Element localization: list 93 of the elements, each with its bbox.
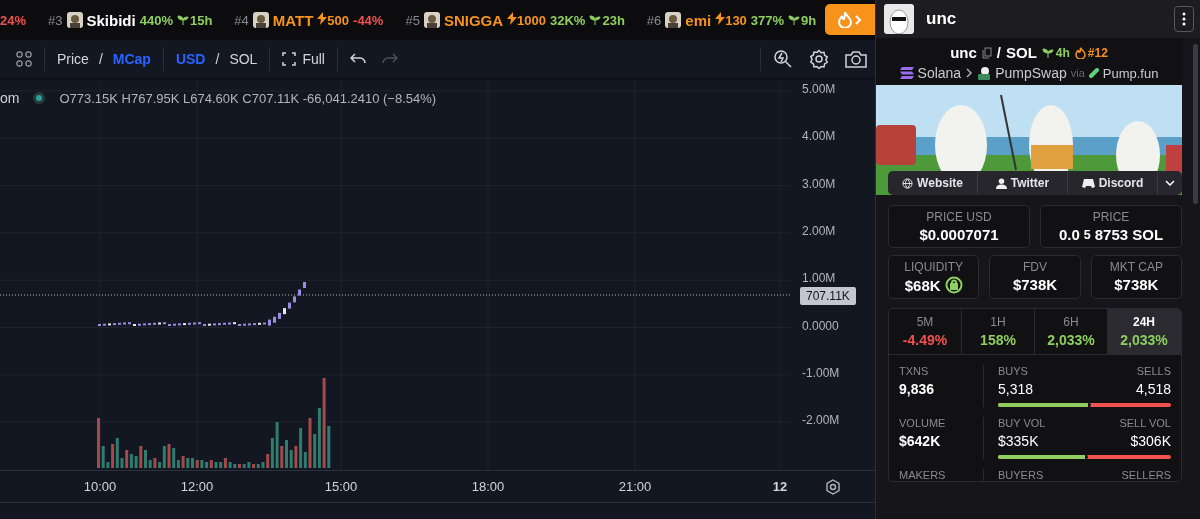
social-link-button[interactable]: Discord: [1068, 171, 1158, 195]
x-axis-label: 12: [772, 479, 788, 494]
stat-value: 4,518: [1135, 381, 1171, 397]
undo-icon: [349, 52, 366, 65]
x-axis-label: 18:00: [471, 479, 505, 494]
x-axis-label: 10:00: [83, 479, 117, 494]
token-thumbnail-icon: [66, 12, 83, 28]
chevron-down-icon: [1165, 180, 1175, 186]
stat-value: $335K: [998, 433, 1039, 449]
sprout-icon: [788, 14, 801, 26]
currency-toggle[interactable]: USD / SOL: [167, 46, 266, 71]
timeframe-tab[interactable]: 5M -4.49%: [889, 309, 962, 354]
chevron-right-icon: [965, 68, 974, 78]
x-axis-label: 15:00: [324, 479, 358, 494]
sprout-icon: [176, 14, 189, 26]
chevron-right-icon: [854, 13, 862, 26]
trending-rank: #12: [1074, 45, 1108, 60]
lightning-icon: [715, 12, 726, 25]
lightning-icon: [507, 12, 518, 25]
pair-age: 4h: [1041, 45, 1070, 60]
settings-icon[interactable]: [825, 478, 841, 495]
y-axis-label: 0.0000: [802, 318, 839, 333]
token-thumbnail-icon: [252, 12, 269, 28]
pair-separator: /: [996, 44, 1001, 61]
ticker-item[interactable]: #5 SNIGGA 1000 32K% 23h: [405, 11, 625, 29]
stat-value: $642K: [899, 433, 942, 449]
timeframe-tab[interactable]: 24H 2,033%: [1108, 309, 1181, 354]
y-axis-label: 1.00M: [802, 271, 836, 286]
pair-quote: SOL: [1005, 44, 1037, 61]
metric-card: LIQUIDITY $68K: [888, 255, 980, 299]
timeframe-tab[interactable]: 1H 158%: [962, 309, 1035, 354]
ticker-item[interactable]: #3 Skibidi 440% 15h: [48, 11, 213, 29]
pair-base: unc: [950, 44, 977, 61]
ticker-item[interactable]: #6 emi 130 377% 9h: [646, 11, 817, 29]
stat-value: $306K: [1130, 433, 1171, 449]
y-axis-label: 5.00M: [802, 82, 836, 96]
y-axis-label: 4.00M: [802, 129, 836, 144]
camera-icon: [845, 49, 867, 68]
token-thumbnail-icon: [665, 12, 682, 28]
metric-card: FDV $738K: [989, 255, 1081, 299]
y-axis-label: -1.00M: [802, 365, 840, 380]
settings-icon: [809, 48, 829, 69]
via-text: via: [1070, 67, 1085, 79]
token-name: unc: [926, 9, 958, 29]
globe-icon: [902, 177, 914, 189]
flame-icon: [1074, 46, 1086, 59]
stat-value: 9,836: [899, 381, 936, 397]
sprout-icon: [1041, 46, 1054, 59]
grid-icon: [16, 50, 32, 67]
token-thumbnail-icon: [423, 12, 440, 28]
symbol-text: om: [0, 90, 20, 106]
fullscreen-button[interactable]: Full: [274, 46, 333, 71]
dex-link[interactable]: PumpSwap: [995, 65, 1067, 81]
stat-value: 5,318: [998, 381, 1034, 397]
more-button[interactable]: [1174, 6, 1194, 32]
y-axis-label: 2.00M: [802, 223, 836, 238]
solana-icon: [899, 67, 914, 79]
stat-label: TXNS: [899, 365, 930, 377]
y-axis-label: 3.00M: [802, 176, 836, 191]
status-dot: [33, 92, 46, 104]
fullscreen-icon: [282, 51, 297, 66]
x-axis-label: 12:00: [180, 479, 214, 494]
kebab-menu-icon: [1182, 12, 1186, 26]
social-link-button[interactable]: Website: [888, 171, 978, 195]
change-text: 24%: [0, 12, 27, 28]
stat-label: SELLS: [1136, 365, 1171, 377]
stat-label: MAKERS: [899, 469, 947, 481]
ohlc-text: O773.15K H767.95K L674.60K C707.11K -66,041.2410 (−8.54%): [59, 90, 437, 106]
launchpad-link[interactable]: Pump.fun: [1102, 65, 1159, 81]
metric-card: MKT CAP $738K: [1090, 255, 1182, 299]
stat-label: BUY VOL: [998, 417, 1046, 429]
chain-link[interactable]: Solana: [917, 65, 962, 81]
stat-label: SELL VOL: [1119, 417, 1171, 429]
price-label: 707.11K: [800, 287, 856, 305]
game-controller-icon: [1081, 178, 1095, 188]
flame-icon: [838, 11, 852, 28]
x-axis-label: 21:00: [618, 479, 652, 494]
redo-icon: [381, 52, 398, 65]
stat-label: SELLERS: [1121, 469, 1171, 481]
y-axis-label: -2.00M: [802, 413, 840, 428]
lightning-icon: [317, 12, 328, 25]
social-link-button[interactable]: Twitter: [978, 171, 1068, 195]
ticker-item[interactable]: #4 MATT 500 -44%: [234, 11, 384, 29]
stat-label: VOLUME: [899, 417, 947, 429]
stat-label: BUYS: [998, 365, 1028, 377]
price-mcap-toggle[interactable]: Price / MCap: [49, 46, 159, 71]
avatar-icon: [884, 4, 914, 34]
magnifier-lightning-icon: [773, 48, 793, 69]
stat-label: BUYERS: [998, 469, 1044, 481]
sprout-icon: [589, 14, 602, 26]
copy-icon[interactable]: [981, 46, 992, 59]
person-icon: [995, 177, 1007, 189]
price-card: PRICE USD $0.0007071: [888, 205, 1030, 248]
